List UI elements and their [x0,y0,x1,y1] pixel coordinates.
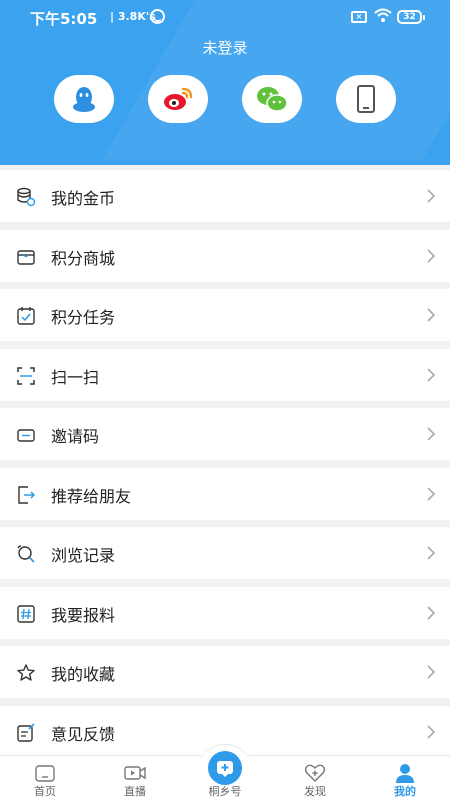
chevron-right-icon [427,665,436,679]
qq-login-button[interactable] [54,75,114,123]
menu-label: 意见反馈 [51,724,116,744]
wechat-login-button[interactable] [242,75,302,123]
star-icon [17,664,35,681]
weibo-icon [164,87,193,110]
login-status-title[interactable]: 未登录 [0,37,450,58]
qq-icon [73,87,95,112]
phone-icon [357,85,375,113]
home-icon [35,765,55,782]
menu-label: 我的金币 [51,189,116,208]
scan-icon [17,366,35,385]
bottom-tab-bar: 首页 直播 桐乡号 发现 我的 [0,744,450,800]
hashtag-icon [17,604,35,623]
discover-heart-icon [304,764,326,782]
menu-label: 积分商城 [51,248,116,268]
live-video-icon [124,766,146,780]
menu-label: 推荐给朋友 [51,486,132,506]
coins-icon [17,187,36,207]
chevron-right-icon [427,724,436,739]
menu-label: 邀请码 [51,427,100,446]
tab-label: 首页 [34,785,56,798]
status-time: 下午5:05 [30,10,98,28]
task-calendar-icon [17,307,35,325]
account-menu: 我的金币 积分商城 积分任务 扫一扫 邀请码 推荐给朋友 浏览记录 我要报料 我… [0,170,450,765]
tab-profile[interactable]: 我的 [360,756,450,800]
profile-header: 下午5:05 | 3.8K's × 32 未登录 [0,0,450,165]
menu-label: 扫一扫 [51,367,100,387]
wifi-icon [374,8,392,22]
menu-item-report-news[interactable]: 我要报料 [0,586,450,639]
chevron-right-icon [427,427,436,441]
menu-label: 浏览记录 [51,546,116,565]
chevron-right-icon [427,248,436,263]
tab-label: 我的 [394,785,416,798]
tongxiang-hao-icon [208,751,242,785]
share-arrow-icon [18,485,36,504]
history-search-icon [17,545,35,563]
menu-item-points-store[interactable]: 积分商城 [0,229,450,282]
menu-item-points-tasks[interactable]: 积分任务 [0,289,450,341]
menu-item-invite-code[interactable]: 邀请码 [0,408,450,460]
battery-icon: 32 [397,10,425,24]
tab-home[interactable]: 首页 [0,756,90,800]
tab-tongxiang-hao[interactable]: 桐乡号 [180,744,270,800]
chevron-right-icon [427,546,436,560]
sim-card-icon: × [351,11,367,23]
feedback-icon [17,722,35,742]
weibo-login-button[interactable] [148,75,208,123]
menu-item-scan[interactable]: 扫一扫 [0,348,450,401]
tab-label: 直播 [124,785,146,798]
menu-item-favorites[interactable]: 我的收藏 [0,646,450,698]
profile-icon [396,764,414,783]
phone-login-button[interactable] [336,75,396,123]
tab-discover[interactable]: 发现 [270,756,360,800]
chevron-right-icon [427,605,436,620]
menu-item-coins[interactable]: 我的金币 [0,170,450,222]
store-icon [17,249,35,265]
status-bar: 下午5:05 | 3.8K's × 32 [0,0,450,34]
chevron-right-icon [427,189,436,203]
menu-item-history[interactable]: 浏览记录 [0,527,450,579]
chevron-right-icon [427,367,436,382]
tab-label: 发现 [304,785,326,798]
smiley-icon [150,9,165,24]
chevron-right-icon [427,308,436,322]
network-speed: | 3.8K's [110,10,156,23]
menu-label: 我的收藏 [51,665,116,684]
menu-item-recommend[interactable]: 推荐给朋友 [0,467,450,520]
ticket-icon [17,429,35,442]
tab-label: 桐乡号 [208,785,242,798]
wechat-icon [257,87,288,112]
chevron-right-icon [427,486,436,501]
menu-label: 积分任务 [51,308,116,327]
tab-live[interactable]: 直播 [90,756,180,800]
menu-label: 我要报料 [51,605,116,625]
